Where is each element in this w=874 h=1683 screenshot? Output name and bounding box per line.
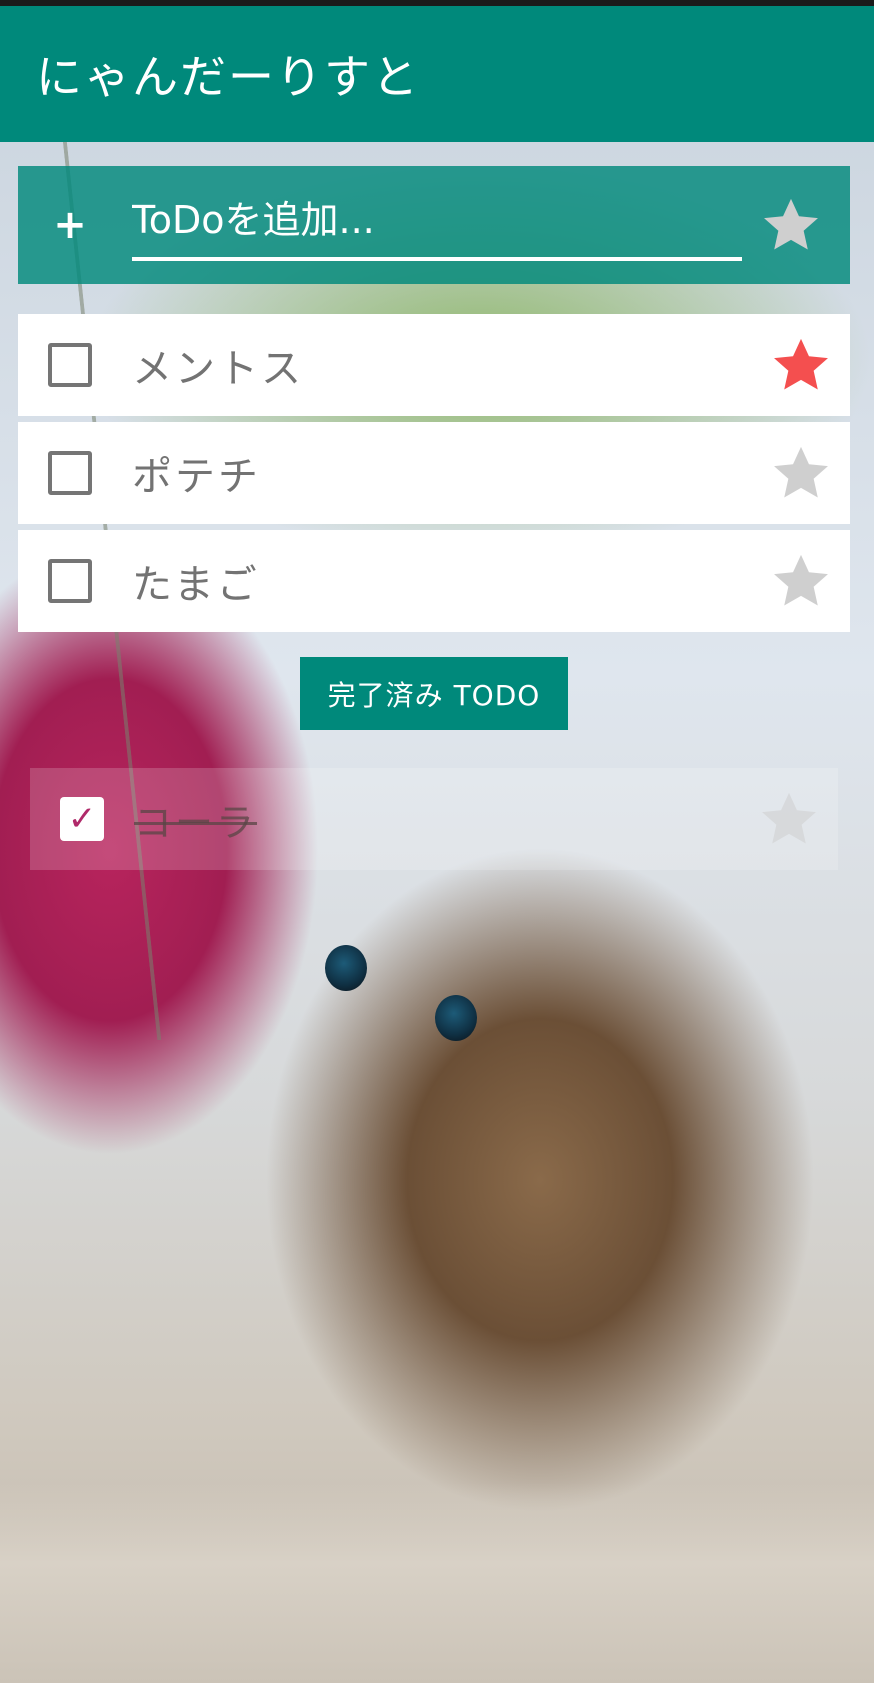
- plus-icon[interactable]: +: [48, 202, 92, 248]
- star-icon[interactable]: [768, 440, 834, 506]
- star-icon[interactable]: [768, 548, 834, 614]
- todo-item[interactable]: ポテチ: [18, 422, 850, 524]
- completed-label: コーラ: [134, 800, 258, 845]
- todo-checkbox[interactable]: [48, 559, 92, 603]
- todo-label: ポテチ: [132, 454, 261, 500]
- background-floor: [0, 1483, 874, 1683]
- star-icon[interactable]: [756, 786, 822, 852]
- cat-eye-right: [435, 995, 477, 1041]
- todo-checkbox[interactable]: [48, 343, 92, 387]
- cat-eye-left: [325, 945, 367, 991]
- completed-todo-button[interactable]: 完了済み TODO: [300, 657, 568, 730]
- add-todo-bar: +: [18, 166, 850, 284]
- todo-label: メントス: [132, 346, 304, 392]
- todo-label: たまご: [132, 562, 260, 608]
- app-title: にゃんだーりすと: [36, 50, 420, 104]
- todo-list: メントス ポテチ たまご: [18, 314, 850, 638]
- todo-item[interactable]: たまご: [18, 530, 850, 632]
- app-bar: にゃんだーりすと: [0, 6, 874, 142]
- check-icon: ✓: [67, 799, 97, 839]
- completed-item[interactable]: ✓ コーラ: [30, 768, 838, 870]
- todo-item[interactable]: メントス: [18, 314, 850, 416]
- star-icon-active[interactable]: [768, 332, 834, 398]
- completed-checkbox[interactable]: ✓: [60, 797, 104, 841]
- star-icon[interactable]: [758, 192, 824, 258]
- add-todo-input[interactable]: [132, 189, 742, 261]
- todo-checkbox[interactable]: [48, 451, 92, 495]
